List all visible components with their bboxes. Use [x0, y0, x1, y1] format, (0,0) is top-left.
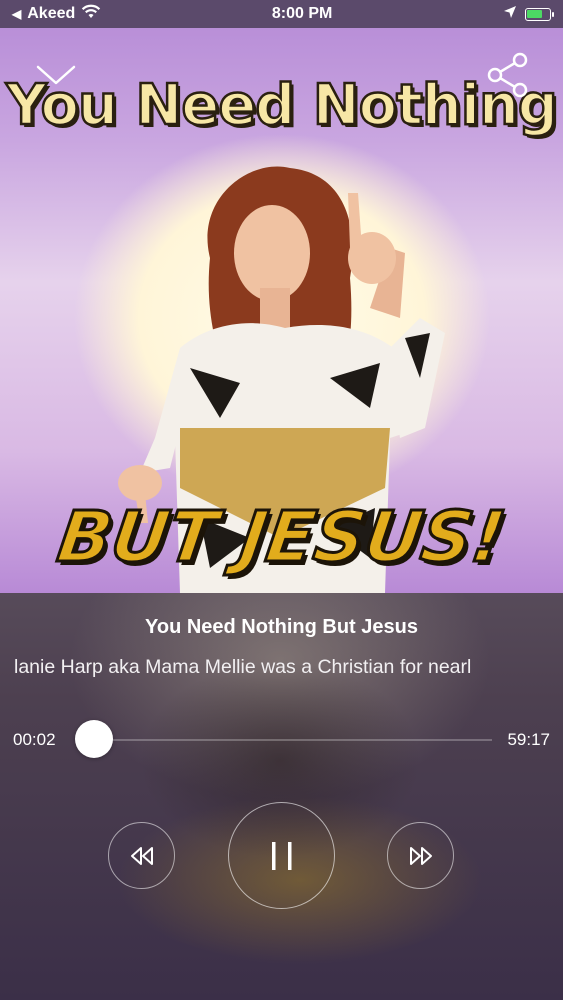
share-icon[interactable]	[486, 52, 530, 98]
track-description-marquee: lanie Harp aka Mama Mellie was a Christi…	[14, 656, 472, 678]
total-duration: 59:17	[507, 730, 550, 749]
back-app-label: Akeed	[27, 5, 76, 22]
artwork-title-text: You Need Nothing	[5, 72, 559, 140]
album-artwork: You Need Nothing BUT JESUS!	[0, 28, 563, 593]
pause-icon	[271, 841, 291, 870]
status-time: 8:00 PM	[271, 5, 333, 22]
track-title: You Need Nothing But Jesus	[145, 616, 418, 638]
fast-forward-button[interactable]	[387, 822, 454, 889]
rewind-icon	[130, 846, 153, 865]
location-arrow-icon	[503, 5, 517, 24]
artwork-subtitle-text: BUT JESUS!	[51, 495, 511, 580]
status-back[interactable]: ◀ Akeed	[12, 4, 101, 24]
status-bar: ◀ Akeed 8:00 PM	[0, 0, 563, 28]
battery-level	[527, 10, 543, 18]
fast-forward-icon	[409, 846, 432, 865]
rewind-button[interactable]	[108, 822, 175, 889]
battery-icon	[524, 7, 554, 21]
progress-knob[interactable]	[75, 720, 113, 758]
elapsed-time: 00:02	[13, 730, 56, 749]
play-pause-button[interactable]	[228, 802, 335, 909]
wifi-icon	[81, 4, 101, 24]
progress-bar[interactable]	[94, 739, 492, 741]
chevron-down-icon[interactable]	[36, 64, 76, 86]
back-triangle-icon: ◀	[12, 7, 22, 21]
